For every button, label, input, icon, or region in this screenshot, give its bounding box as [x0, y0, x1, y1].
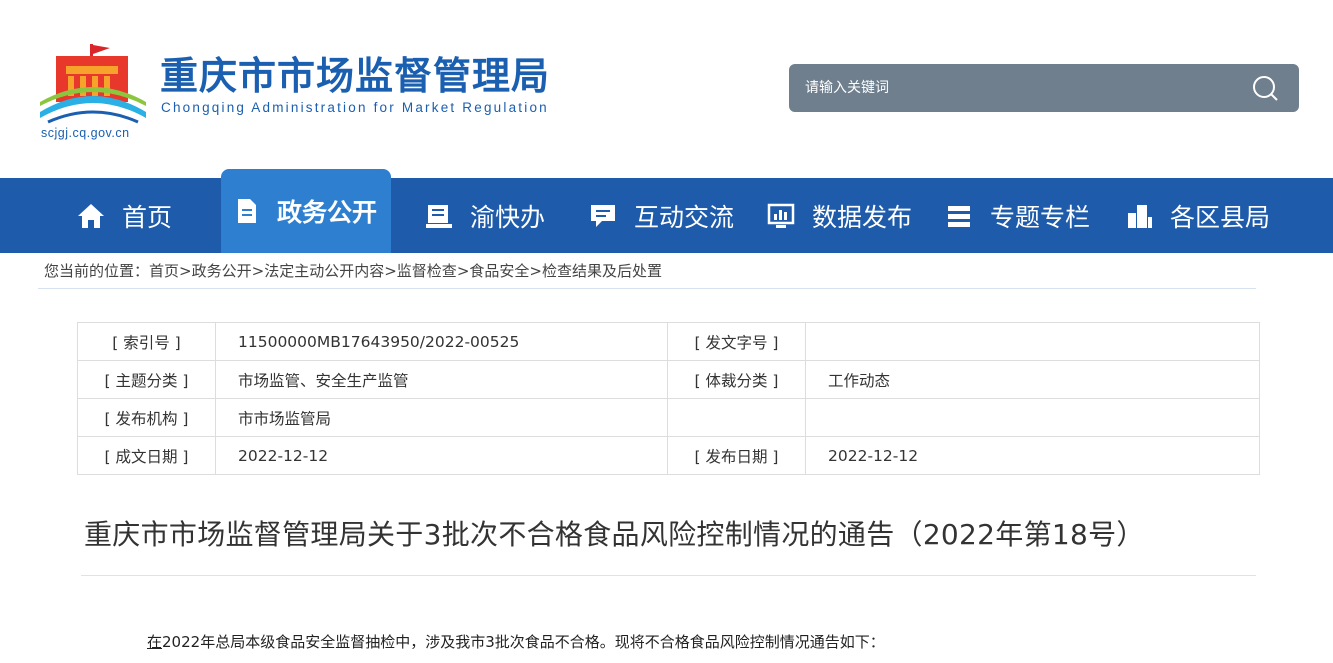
info-value: 市场监管、安全生产监管: [215, 360, 668, 399]
info-value: 2022-12-12: [215, 436, 668, 475]
info-label: [ 发布日期 ]: [667, 436, 806, 475]
breadcrumb-link-statutory-disclosure[interactable]: 法定主动公开内容: [264, 262, 384, 280]
nav-label-yukuaiban: 渝快办: [470, 202, 546, 232]
info-label: [ 发文字号 ]: [667, 322, 806, 361]
breadcrumb-separator: >: [456, 262, 470, 280]
nav-label-data-release: 数据发布: [812, 202, 913, 232]
nav-item-interaction[interactable]: 互动交流: [588, 178, 734, 253]
info-value: [805, 398, 1260, 437]
nav-item-home[interactable]: 首页: [76, 178, 172, 253]
breadcrumb-link-inspection-results[interactable]: 检查结果及后处置: [542, 262, 662, 280]
table-row: [ 主题分类 ] 市场监管、安全生产监管 [ 体裁分类 ] 工作动态: [77, 360, 1260, 399]
info-label: [ 成文日期 ]: [77, 436, 216, 475]
breadcrumb-link-home[interactable]: 首页: [149, 262, 179, 280]
list-icon: [948, 205, 970, 227]
breadcrumb-link-food-safety[interactable]: 食品安全: [469, 262, 529, 280]
nav-label-home: 首页: [122, 202, 173, 232]
chat-icon: [591, 204, 615, 227]
info-label: [ 发布机构 ]: [77, 398, 216, 437]
nav-item-district-bureaus[interactable]: 各区县局: [1124, 178, 1270, 253]
nav-item-special-topics[interactable]: 专题专栏: [944, 178, 1090, 253]
search-box: [789, 64, 1299, 112]
info-label: [ 索引号 ]: [77, 322, 216, 361]
nav-item-government-affairs[interactable]: 政务公开: [221, 169, 391, 253]
site-domain: scjgj.cq.gov.cn: [41, 126, 130, 140]
book-icon: [426, 204, 452, 228]
search-icon[interactable]: [1251, 74, 1279, 102]
breadcrumb-separator: >: [179, 262, 192, 280]
breadcrumb-link-government-affairs[interactable]: 政务公开: [192, 262, 252, 280]
nav-item-yukuaiban[interactable]: 渝快办: [424, 178, 545, 253]
site-name[interactable]: 重庆市市场监督管理局: [160, 52, 550, 100]
body-text: 2022年总局本级食品安全监督抽检中，涉及我市3批次食品不合格。现将不合格食品风…: [162, 633, 885, 651]
document-icon: [238, 199, 256, 223]
breadcrumb-prefix: 您当前的位置：: [44, 262, 150, 280]
table-row: [ 索引号 ] 11500000MB17643950/2022-00525 [ …: [77, 322, 1260, 361]
title-divider: [81, 575, 1256, 576]
breadcrumb-separator: >: [529, 262, 542, 280]
breadcrumb: 您当前的位置：首页>政务公开>法定主动公开内容>监督检查>食品安全>检查结果及后…: [44, 260, 662, 282]
body-first-char: 在: [147, 633, 163, 651]
logo-emblem-icon[interactable]: [38, 42, 148, 124]
breadcrumb-separator: >: [251, 262, 265, 280]
nav-label-government-affairs: 政务公开: [277, 198, 378, 227]
home-icon: [78, 203, 104, 228]
info-label: [ 主题分类 ]: [77, 360, 216, 399]
breadcrumb-separator: >: [384, 262, 397, 280]
breadcrumb-divider: [38, 288, 1256, 289]
nav-item-data-release[interactable]: 数据发布: [766, 178, 912, 253]
table-row: [ 成文日期 ] 2022-12-12 [ 发布日期 ] 2022-12-12: [77, 436, 1260, 475]
document-title: 重庆市市场监督管理局关于3批次不合格食品风险控制情况的通告（2022年第18号）: [84, 518, 1145, 551]
info-value: 市市场监管局: [215, 398, 668, 437]
main-nav: 首页 政务公开 渝快办 互动交流 数据发布 专题专栏 各区县局: [0, 169, 1333, 253]
info-label: [ 体裁分类 ]: [667, 360, 806, 399]
nav-label-special-topics: 专题专栏: [990, 202, 1091, 232]
buildings-icon: [1128, 204, 1152, 228]
info-label: [667, 398, 806, 437]
nav-label-district-bureaus: 各区县局: [1170, 202, 1271, 232]
site-header: 重庆市市场监督管理局 Chongqing Administration for …: [0, 0, 1333, 178]
info-value: 工作动态: [805, 360, 1260, 399]
chart-icon: [767, 203, 795, 228]
site-name-english: Chongqing Administration for Market Regu…: [161, 100, 549, 115]
table-row: [ 发布机构 ] 市市场监管局: [77, 398, 1260, 437]
info-value: [805, 322, 1260, 361]
info-value: 11500000MB17643950/2022-00525: [215, 322, 668, 361]
info-value: 2022-12-12: [805, 436, 1260, 475]
nav-label-interaction: 互动交流: [634, 202, 735, 232]
search-input[interactable]: [805, 64, 1225, 112]
document-body: 在2022年总局本级食品安全监督抽检中，涉及我市3批次食品不合格。现将不合格食品…: [147, 631, 885, 653]
breadcrumb-link-supervision[interactable]: 监督检查: [397, 262, 457, 280]
document-info-table: [ 索引号 ] 11500000MB17643950/2022-00525 [ …: [77, 322, 1260, 475]
